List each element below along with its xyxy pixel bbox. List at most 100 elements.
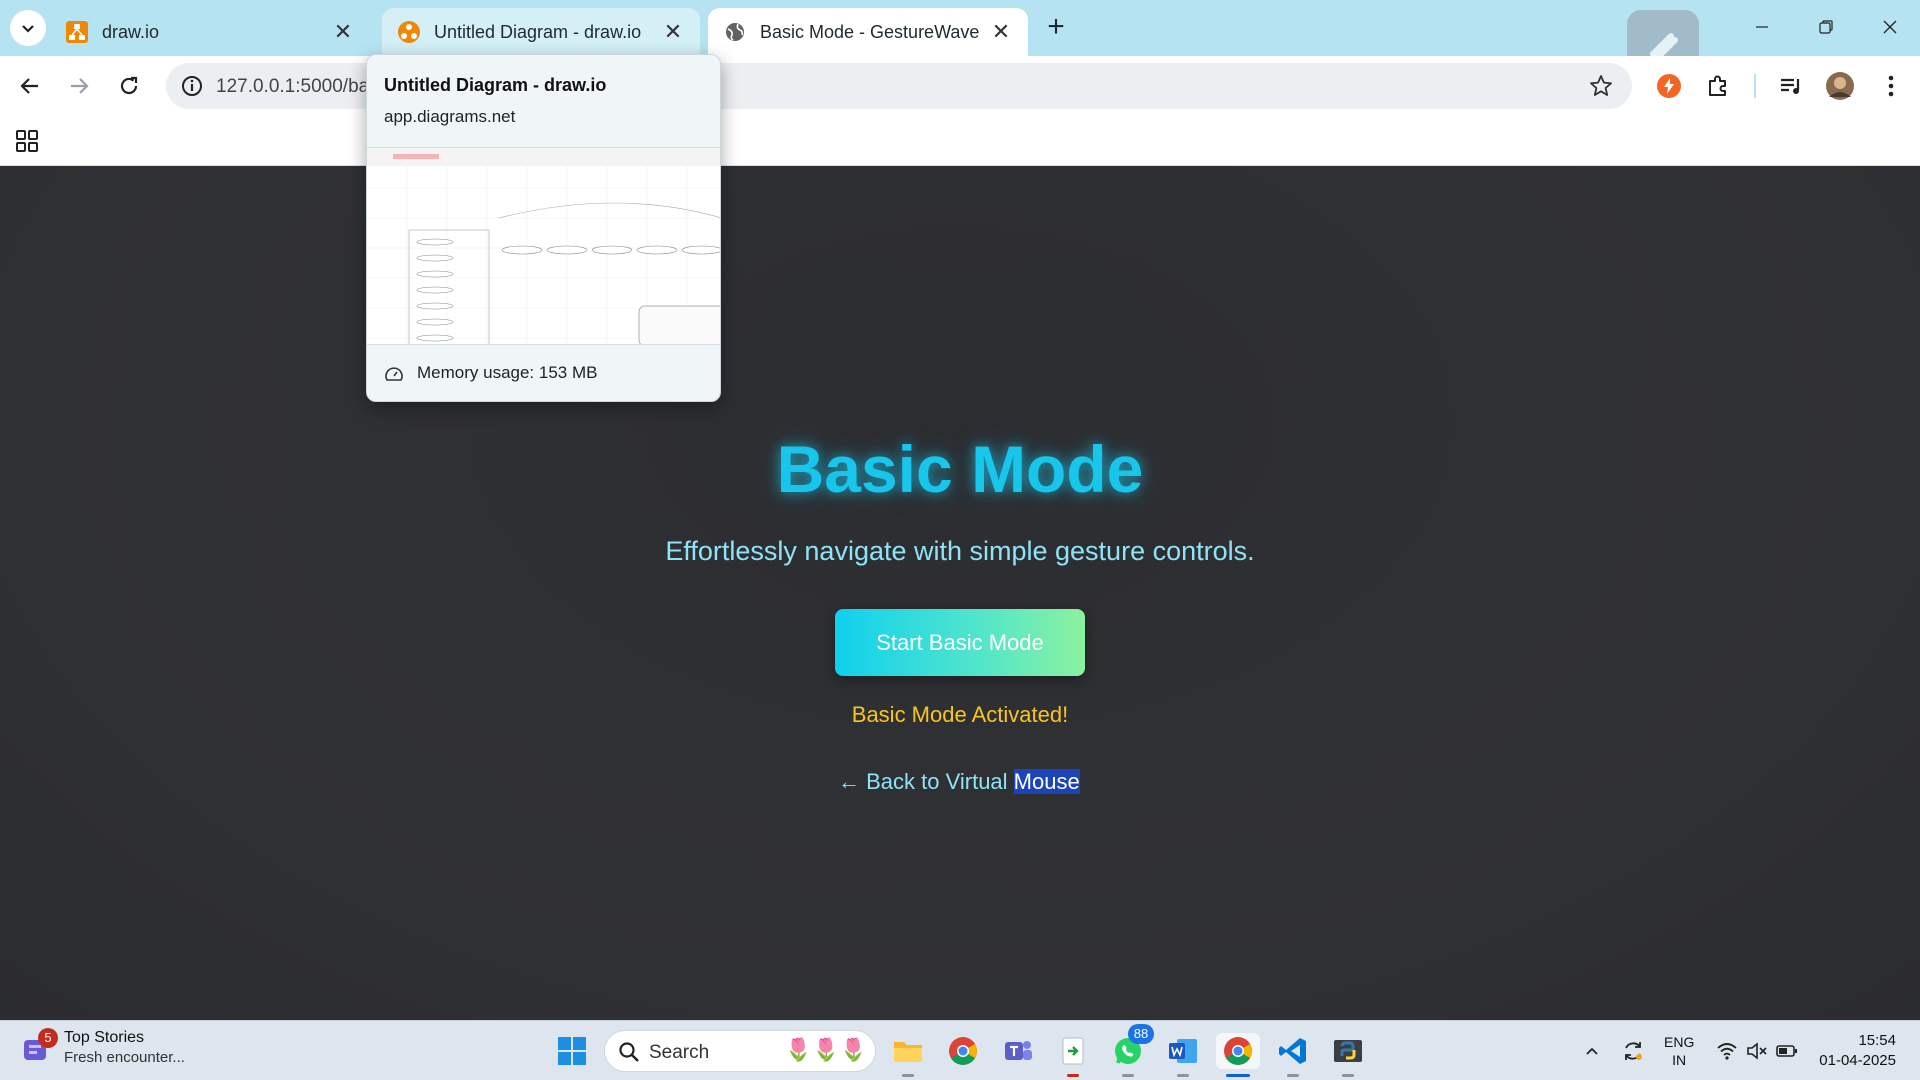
- extension-lightning-button[interactable]: [1653, 70, 1685, 102]
- diagrams-icon: [398, 21, 420, 43]
- close-icon: [1883, 20, 1897, 34]
- whatsapp-badge: 88: [1128, 1024, 1154, 1044]
- selected-text: Mouse: [1013, 769, 1080, 794]
- forward-button[interactable]: [61, 68, 97, 104]
- status-message: Basic Mode Activated!: [851, 702, 1069, 727]
- tab-basic-mode[interactable]: Basic Mode - GestureWave ✕: [708, 8, 1028, 56]
- chevron-up-icon: [1586, 1047, 1598, 1055]
- taskbar-python[interactable]: [1330, 1033, 1366, 1077]
- restore-icon: [1819, 20, 1833, 34]
- page-subtitle: Effortlessly navigate with simple gestur…: [665, 536, 1255, 566]
- taskbar-whatsapp[interactable]: 88: [1110, 1024, 1154, 1077]
- tab-title: draw.io: [102, 21, 160, 42]
- back-link-text: ← Back to Virtual: [838, 769, 1014, 794]
- wifi-status[interactable]: [1714, 1033, 1740, 1069]
- taskbar-word[interactable]: [1165, 1033, 1201, 1077]
- taskbar-chrome-1[interactable]: [945, 1033, 981, 1069]
- bookmark-star-icon[interactable]: [1588, 73, 1614, 99]
- lightning-extension-icon: [1657, 74, 1681, 98]
- diagram-preview-image: [367, 148, 720, 344]
- news-icon: 5: [20, 1027, 58, 1064]
- tray-sync-button[interactable]: [1618, 1033, 1648, 1069]
- tab-preview-thumbnail: [367, 147, 720, 345]
- page-content: Basic Mode Effortlessly navigate with si…: [0, 166, 1920, 1020]
- sync-icon: [1625, 1042, 1642, 1060]
- hover-card-url: app.diagrams.net: [384, 107, 516, 126]
- language-indicator[interactable]: ENG IN: [1664, 1033, 1694, 1069]
- running-indicator: [1287, 1074, 1299, 1077]
- speedometer-icon: [385, 367, 403, 381]
- word-icon: [1169, 1039, 1197, 1063]
- battery-status[interactable]: [1774, 1033, 1800, 1069]
- arrow-left-icon: [20, 78, 38, 94]
- wifi-icon: [1717, 1043, 1737, 1060]
- python-app-icon: [1334, 1040, 1362, 1062]
- tab-title: Basic Mode - GestureWave: [760, 21, 980, 42]
- windows-taskbar: 5 Top Stories Fresh encounter... Search …: [0, 1020, 1920, 1080]
- media-controls-button[interactable]: [1775, 70, 1807, 102]
- chrome-icon: [949, 1037, 977, 1065]
- running-indicator: [1342, 1074, 1354, 1077]
- news-widget[interactable]: 5 Top Stories Fresh encounter...: [20, 1027, 185, 1066]
- more-vert-icon: [1888, 75, 1894, 97]
- running-indicator: [902, 1074, 914, 1077]
- arrow-right-icon: [71, 78, 89, 94]
- windows-start-icon[interactable]: [556, 1035, 588, 1067]
- taskbar-vscode[interactable]: [1275, 1033, 1311, 1077]
- running-indicator: [1067, 1074, 1079, 1077]
- running-indicator: [1122, 1074, 1134, 1077]
- browser-menu-button[interactable]: [1875, 70, 1907, 102]
- region-code: IN: [1672, 1052, 1687, 1068]
- chrome-icon: [1224, 1037, 1252, 1065]
- new-tab-button[interactable]: +: [1040, 12, 1072, 44]
- avatar-icon: [1826, 72, 1854, 100]
- memory-usage-text: Memory usage: 153 MB: [417, 363, 598, 382]
- info-icon[interactable]: [180, 74, 204, 98]
- vscode-icon: [1279, 1038, 1306, 1064]
- bookmarks-bar: [0, 116, 1920, 166]
- back-button[interactable]: [12, 68, 48, 104]
- taskbar-teams[interactable]: [1000, 1033, 1036, 1069]
- tray-overflow-button[interactable]: [1580, 1033, 1604, 1069]
- profile-avatar[interactable]: [1824, 70, 1856, 102]
- tab-drawio[interactable]: draw.io ✕: [50, 8, 370, 56]
- puzzle-icon: [1709, 75, 1726, 96]
- volume-mute-icon: [1747, 1042, 1767, 1060]
- back-to-virtual-mouse-link[interactable]: ← Back to Virtual Mouse: [838, 769, 1080, 795]
- running-indicator: [1177, 1074, 1189, 1077]
- close-window-button[interactable]: [1870, 10, 1910, 44]
- taskbar-search[interactable]: Search 🌷🌷🌷: [604, 1030, 876, 1072]
- toolbar-divider: [1754, 74, 1756, 98]
- green-arrow-app-icon: [1062, 1037, 1084, 1065]
- tab-search-button[interactable]: [10, 10, 46, 46]
- taskbar-file-explorer[interactable]: [890, 1033, 926, 1077]
- close-tab-icon[interactable]: ✕: [330, 19, 356, 45]
- news-badge: 5: [38, 1027, 58, 1048]
- search-label: Search: [649, 1042, 710, 1063]
- news-title: Top Stories: [64, 1029, 145, 1046]
- minimize-icon: [1756, 26, 1768, 28]
- restore-button[interactable]: [1806, 10, 1846, 44]
- tab-untitled-diagram[interactable]: Untitled Diagram - draw.io ✕: [382, 8, 700, 56]
- tab-hover-card: Untitled Diagram - draw.io app.diagrams.…: [366, 54, 721, 402]
- close-tab-icon[interactable]: ✕: [660, 19, 686, 45]
- start-basic-mode-button[interactable]: Start Basic Mode: [835, 609, 1085, 676]
- minimize-button[interactable]: [1742, 10, 1782, 44]
- teams-icon: [1005, 1041, 1032, 1060]
- tulips-icon: 🌷🌷🌷: [784, 1037, 867, 1062]
- close-tab-icon[interactable]: ✕: [988, 19, 1014, 45]
- page-title: Basic Mode: [776, 432, 1144, 506]
- extensions-button[interactable]: [1702, 70, 1734, 102]
- reload-button[interactable]: [111, 68, 147, 104]
- volume-status[interactable]: [1744, 1033, 1770, 1069]
- globe-icon: [726, 23, 744, 41]
- taskbar-chrome-active[interactable]: [1216, 1033, 1260, 1077]
- system-clock[interactable]: 15:54 01-04-2025: [1812, 1031, 1896, 1071]
- playlist-icon: [1781, 78, 1800, 94]
- chevron-down-icon: [22, 25, 34, 33]
- apps-button[interactable]: [14, 128, 40, 154]
- apps-grid-icon: [16, 130, 38, 152]
- url-text[interactable]: 127.0.0.1:5000/ba: [216, 76, 369, 98]
- taskbar-app-arrow[interactable]: [1055, 1033, 1091, 1077]
- browser-toolbar: 127.0.0.1:5000/ba: [0, 56, 1920, 116]
